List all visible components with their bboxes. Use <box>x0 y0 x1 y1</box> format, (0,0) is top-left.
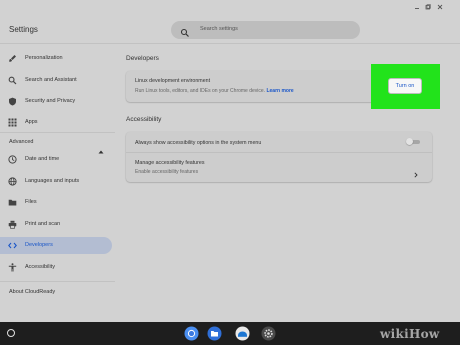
cloudready-icon[interactable] <box>235 326 250 341</box>
globe-icon <box>8 177 17 186</box>
sidebar-divider <box>0 132 115 133</box>
always-show-toggle[interactable] <box>406 138 421 145</box>
launcher-icon[interactable] <box>7 329 15 337</box>
grid-icon <box>8 118 17 127</box>
sidebar-divider <box>0 281 115 282</box>
manage-accessibility-title: Manage accessibility features <box>135 160 205 166</box>
accessibility-icon <box>8 263 17 272</box>
sidebar-item-developers[interactable]: Developers <box>0 237 112 254</box>
sidebar-item-about[interactable]: About CloudReady <box>9 289 55 295</box>
sidebar-item-label: Security and Privacy <box>25 98 76 104</box>
sidebar-item-print-and-scan[interactable]: Print and scan <box>0 216 112 233</box>
settings-gear-icon[interactable] <box>261 326 276 341</box>
developers-heading: Developers <box>126 55 159 62</box>
brush-icon <box>8 54 17 63</box>
sidebar-item-date-and-time[interactable]: Date and time <box>0 151 112 168</box>
chevron-up-icon[interactable] <box>98 141 104 154</box>
chromium-icon[interactable] <box>184 326 199 341</box>
sidebar-item-languages-and-inputs[interactable]: Languages and inputs <box>0 173 112 190</box>
settings-header: Settings Search settings <box>0 0 460 44</box>
search-placeholder: Search settings <box>200 26 238 32</box>
always-show-row[interactable]: Always show accessibility options in the… <box>126 132 432 152</box>
search-input[interactable]: Search settings <box>171 21 360 39</box>
folder-icon <box>8 198 17 207</box>
linux-env-sub: Run Linux tools, editors, and IDEs on yo… <box>135 88 266 94</box>
sidebar-item-label: Languages and inputs <box>25 178 80 184</box>
sidebar-item-label: Search and Assistant <box>25 77 77 83</box>
sidebar: Personalization Search and Assistant Sec… <box>0 44 115 322</box>
manage-accessibility-row[interactable]: Manage accessibility features Enable acc… <box>126 153 432 182</box>
manage-accessibility-sub: Enable accessibility features <box>135 169 199 175</box>
printer-icon <box>8 220 17 229</box>
files-app-icon[interactable] <box>207 326 222 341</box>
shield-icon <box>8 97 17 106</box>
sidebar-item-apps[interactable]: Apps <box>0 114 112 131</box>
chevron-right-icon <box>414 165 418 178</box>
linux-env-title: Linux development environment <box>135 78 211 84</box>
clock-icon <box>8 155 17 164</box>
sidebar-item-search-and-assistant[interactable]: Search and Assistant <box>0 72 112 89</box>
sidebar-item-label: Files <box>25 199 37 205</box>
toggle-knob <box>406 138 413 145</box>
sidebar-item-accessibility[interactable]: Accessibility <box>0 259 112 276</box>
accessibility-heading: Accessibility <box>126 116 162 123</box>
advanced-section-toggle[interactable]: Advanced <box>9 139 33 145</box>
turn-on-button[interactable]: Turn on <box>388 78 422 94</box>
code-icon <box>8 241 17 250</box>
sidebar-item-security-and-privacy[interactable]: Security and Privacy <box>0 93 112 110</box>
search-icon <box>8 76 17 85</box>
settings-window: Settings Search settings Personalization… <box>0 0 460 322</box>
sidebar-item-label: Print and scan <box>25 221 61 227</box>
learn-more-link[interactable]: Learn more <box>266 88 293 94</box>
sidebar-item-label: Personalization <box>25 55 63 61</box>
sidebar-item-files[interactable]: Files <box>0 194 112 211</box>
sidebar-item-personalization[interactable]: Personalization <box>0 50 112 67</box>
sidebar-item-label: Developers <box>25 242 53 248</box>
wikihow-watermark: wikiHow <box>380 327 440 341</box>
always-show-label: Always show accessibility options in the… <box>135 140 262 146</box>
linux-env-description: Run Linux tools, editors, and IDEs on yo… <box>135 88 294 94</box>
advanced-label: Advanced <box>9 139 34 145</box>
sidebar-item-label: Apps <box>25 119 38 125</box>
sidebar-item-label: Accessibility <box>25 264 55 270</box>
sidebar-item-label: Date and time <box>25 156 60 162</box>
page-title: Settings <box>9 25 38 34</box>
search-icon <box>180 25 190 37</box>
accessibility-card: Always show accessibility options in the… <box>126 132 432 182</box>
